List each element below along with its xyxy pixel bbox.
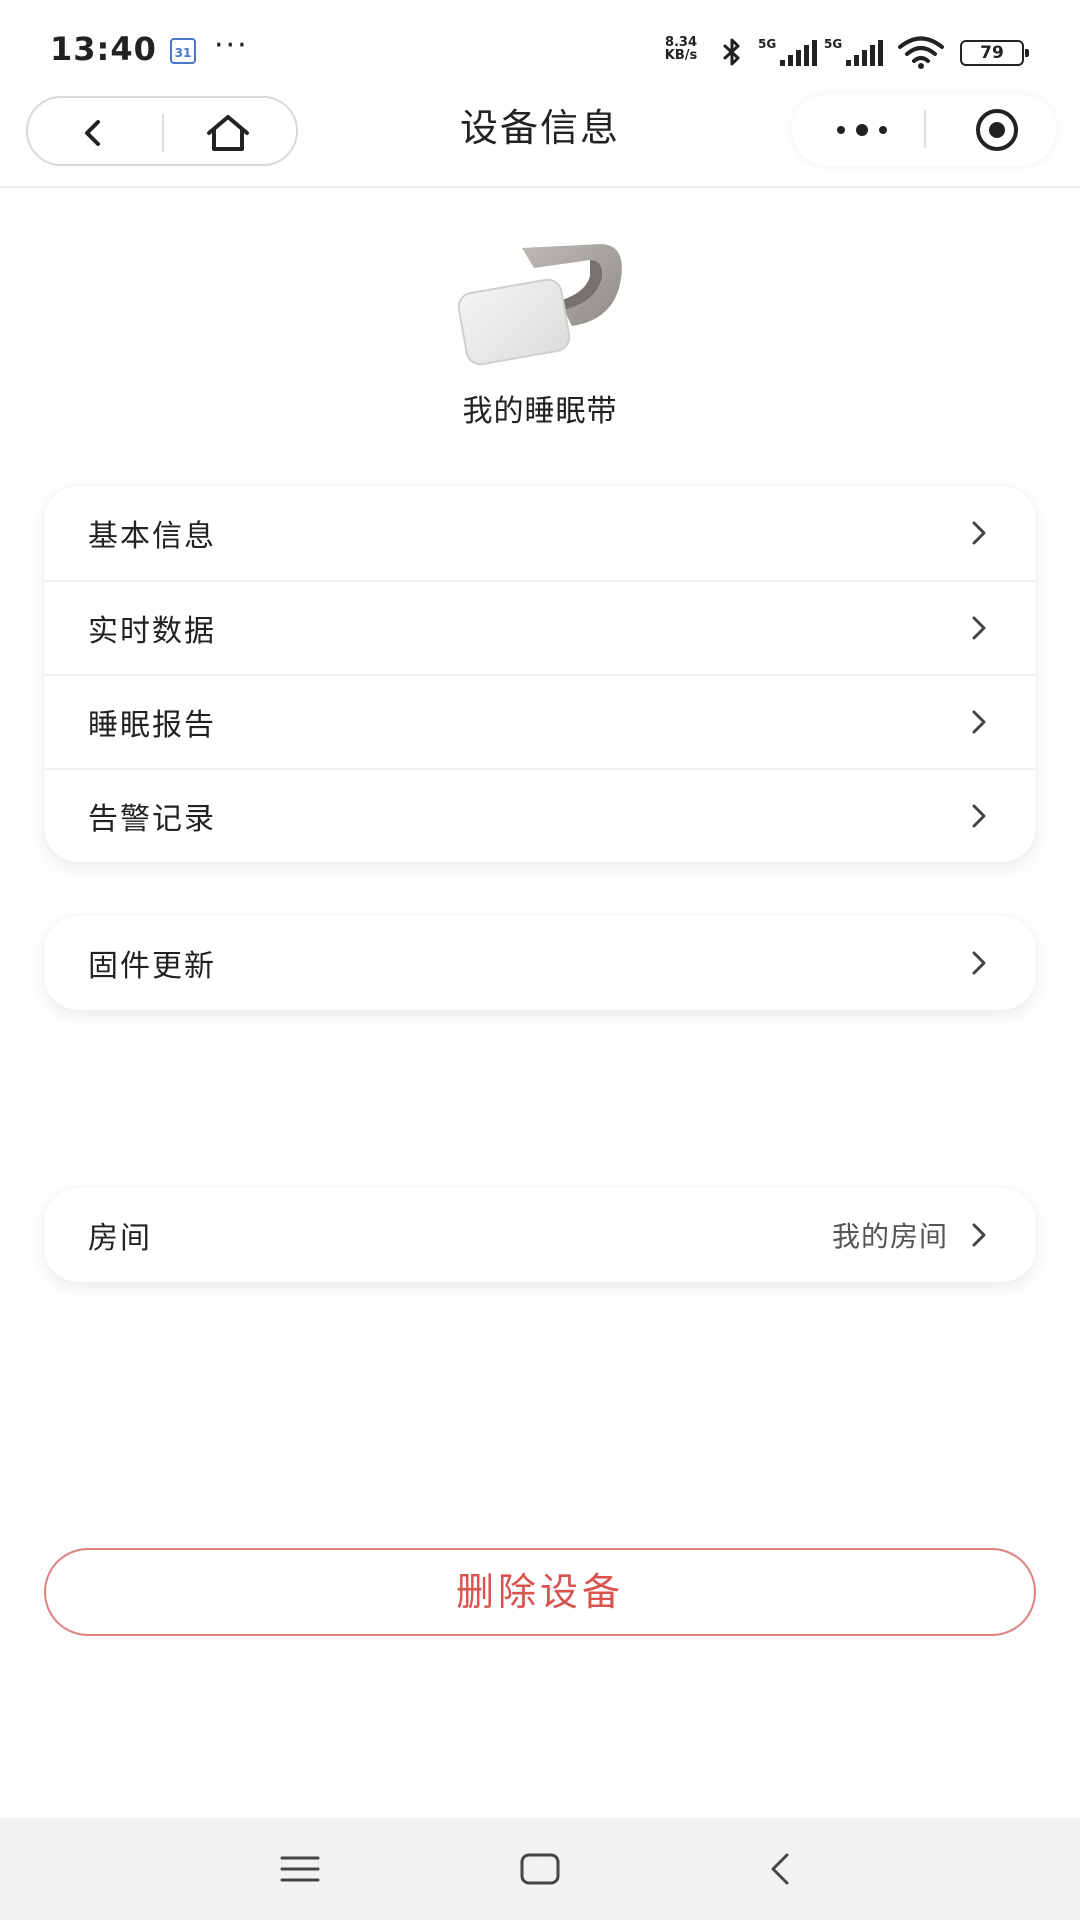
menu-item-alert-records[interactable]: 告警记录 <box>44 768 1036 862</box>
wifi-icon <box>898 36 944 69</box>
menu-item-label: 实时数据 <box>88 614 216 649</box>
svg-text:5G: 5G <box>824 37 842 51</box>
close-miniprogram-button[interactable] <box>962 104 1032 156</box>
room-card: 房间 我的房间 <box>44 1188 1036 1282</box>
chevron-right-icon <box>968 1219 990 1251</box>
system-menu-button[interactable] <box>270 1844 330 1894</box>
signal-5g-icon-secondary: 5G <box>824 37 883 66</box>
home-icon <box>207 115 249 151</box>
more-button[interactable] <box>822 104 902 156</box>
status-more-dots: ··· <box>214 28 249 63</box>
chevron-right-icon <box>968 517 990 549</box>
back-arrow-icon <box>771 1853 789 1885</box>
nav-bar: 设备信息 <box>0 90 1080 188</box>
menu-item-realtime-data[interactable]: 实时数据 <box>44 580 1036 674</box>
delete-device-button[interactable]: 删除设备 <box>44 1548 1036 1636</box>
chevron-right-icon <box>968 706 990 738</box>
menu-item-basic-info[interactable]: 基本信息 <box>44 486 1036 580</box>
chevron-right-icon <box>968 612 990 644</box>
page-title: 设备信息 <box>459 106 620 150</box>
room-selector[interactable]: 房间 我的房间 <box>44 1188 1036 1282</box>
room-value: 我的房间 <box>831 1220 948 1253</box>
system-back-button[interactable] <box>750 1844 810 1894</box>
network-speed: 8.34 KB/s <box>656 36 706 62</box>
chevron-right-icon <box>968 947 990 979</box>
signal-5g-icon: 5G <box>758 37 817 66</box>
chevron-left-icon <box>85 120 100 146</box>
chevron-right-icon <box>968 800 990 832</box>
status-time: 13:40 <box>50 30 157 68</box>
menu-item-label: 固件更新 <box>88 949 216 984</box>
room-label: 房间 <box>88 1221 152 1256</box>
svg-text:5G: 5G <box>758 37 776 51</box>
target-icon <box>976 109 1018 151</box>
screen: 13:40 31 ··· 8.34 KB/s 5G 5G 79 设备信息 我的睡… <box>0 0 1080 1920</box>
menu-icon <box>280 1856 320 1882</box>
status-bar: 13:40 31 ··· 8.34 KB/s 5G 5G 79 <box>0 0 1080 90</box>
device-menu-card: 基本信息 实时数据 睡眠报告 告警记录 <box>44 486 1036 862</box>
back-button[interactable] <box>58 108 128 158</box>
menu-item-sleep-report[interactable]: 睡眠报告 <box>44 674 1036 768</box>
system-nav-bar <box>0 1818 1080 1920</box>
more-dots-icon <box>837 124 887 136</box>
capsule-divider <box>924 110 926 148</box>
bluetooth-icon <box>723 38 740 66</box>
sleep-belt-image <box>457 244 622 366</box>
menu-item-label: 睡眠报告 <box>88 708 216 743</box>
square-home-icon <box>520 1853 560 1885</box>
nav-right-capsule <box>792 94 1056 166</box>
battery-icon: 79 <box>960 40 1029 66</box>
calendar-icon: 31 <box>170 38 196 64</box>
firmware-card: 固件更新 <box>44 916 1036 1010</box>
nav-left-capsule <box>26 96 298 166</box>
capsule-divider <box>162 114 164 152</box>
device-name: 我的睡眠带 <box>462 394 618 429</box>
menu-item-label: 基本信息 <box>88 519 216 554</box>
home-button[interactable] <box>188 106 268 160</box>
system-home-button[interactable] <box>510 1844 570 1894</box>
menu-item-label: 告警记录 <box>88 802 216 837</box>
menu-item-firmware-update[interactable]: 固件更新 <box>44 916 1036 1010</box>
network-speed-unit: KB/s <box>664 48 698 63</box>
